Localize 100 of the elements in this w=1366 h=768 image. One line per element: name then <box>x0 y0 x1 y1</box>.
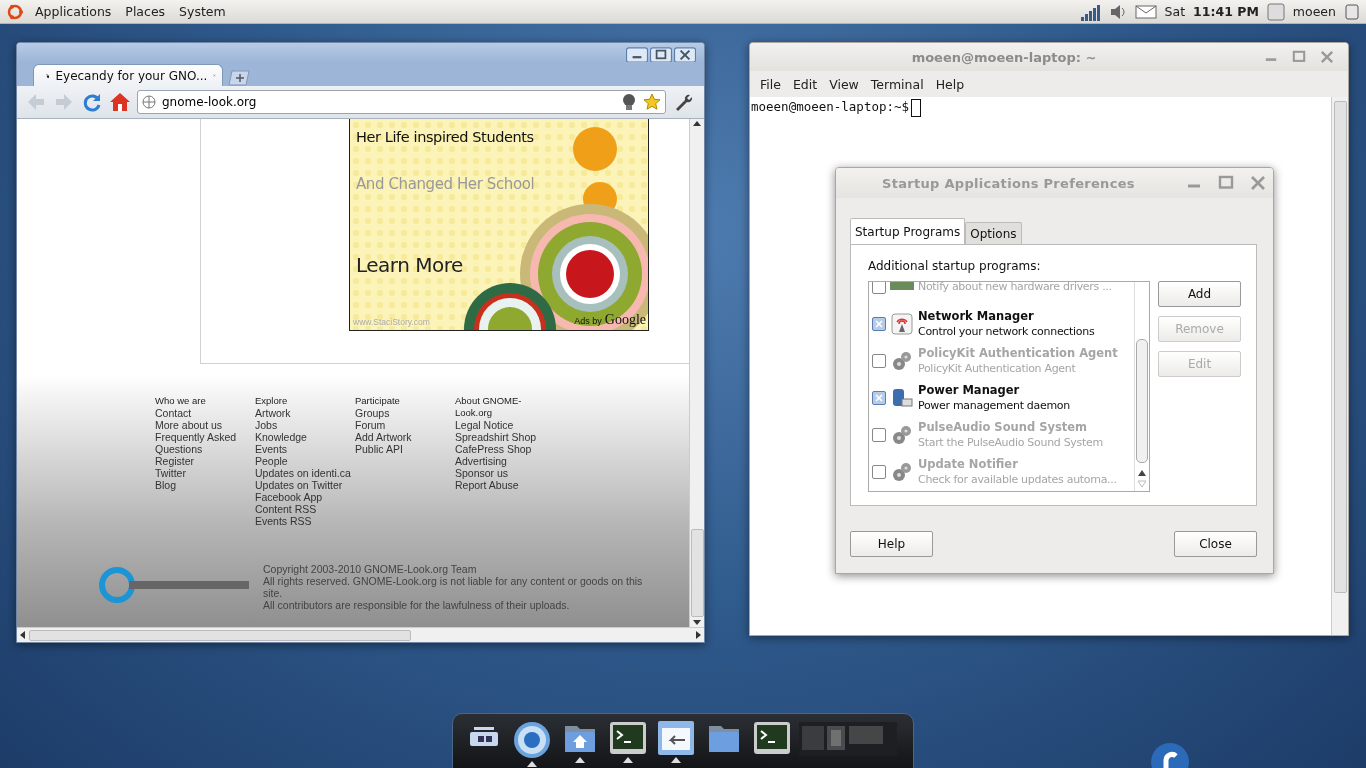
footer-link[interactable]: Blog <box>155 479 255 491</box>
footer-link[interactable]: Forum <box>355 419 455 431</box>
list-label: Additional startup programs: <box>868 259 1042 273</box>
program-name: Update Notifier <box>918 456 1019 472</box>
globe-icon <box>142 95 156 109</box>
checkbox[interactable] <box>872 390 886 405</box>
close-button[interactable]: Close <box>1174 531 1257 557</box>
footer-link[interactable]: Updates on Twitter <box>255 479 355 491</box>
footer-link[interactable]: Public API <box>355 443 455 455</box>
scrollbar-thumb[interactable] <box>1333 101 1347 593</box>
scrollbar-thumb[interactable] <box>690 529 704 617</box>
footer-link[interactable]: Advertising <box>455 455 555 467</box>
checkbox[interactable] <box>872 427 886 442</box>
scrollbar-thumb[interactable] <box>1136 339 1148 463</box>
footer-link[interactable]: Legal Notice <box>455 419 555 431</box>
footer-link[interactable]: CafePress Shop <box>455 443 555 455</box>
checkbox[interactable] <box>872 282 886 294</box>
terminal-icon[interactable] <box>753 720 791 756</box>
close-icon[interactable] <box>674 46 696 64</box>
window-title: Startup Applications Preferences <box>882 175 1136 191</box>
checkbox[interactable] <box>872 353 886 368</box>
panel-menu[interactable]: Places <box>122 4 169 19</box>
tab[interactable]: Options <box>965 222 1022 245</box>
footer-link[interactable]: Groups <box>355 407 455 419</box>
footer-link[interactable]: Facebook App <box>255 491 355 503</box>
horizontal-scrollbar[interactable] <box>17 627 704 642</box>
footer-link[interactable]: Twitter <box>155 467 255 479</box>
footer-link[interactable]: Knowledge <box>255 431 355 443</box>
browser-icon[interactable] <box>512 720 552 760</box>
footer-link[interactable]: People <box>255 455 355 467</box>
window-switcher-icon[interactable] <box>657 720 695 756</box>
address-field[interactable]: gnome-look.org <box>137 90 666 114</box>
text-cursor <box>911 99 922 117</box>
checkbox[interactable] <box>872 464 886 479</box>
program-description: Power management daemon <box>918 397 1070 413</box>
footer-heading: Explore <box>255 395 289 407</box>
running-indicator-icon <box>671 757 681 763</box>
star-icon[interactable] <box>643 93 661 111</box>
footer-link[interactable]: Events RSS <box>255 515 355 527</box>
ad-banner[interactable]: Her Life inspired Students And Changed Her School Learn More www.StaciStory.com Ads by Google <box>349 119 649 331</box>
menu-item[interactable]: Edit <box>792 76 818 92</box>
mail-icon[interactable] <box>1134 3 1157 20</box>
home-icon[interactable] <box>109 91 131 113</box>
footer-link[interactable]: Add Artwork <box>355 431 455 443</box>
ad-headline: Her Life inspired Students <box>356 129 535 145</box>
copyright-text: All rights reserved. GNOME-Look.org is not liable for any content or goods on this site. <box>263 575 644 599</box>
new-tab-icon[interactable] <box>227 70 251 86</box>
footer-link[interactable]: More about us <box>155 419 255 431</box>
ubuntu-logo-icon[interactable] <box>6 2 24 21</box>
clock-time[interactable]: 11:41 PM <box>1193 4 1259 19</box>
menu-item[interactable]: Help <box>935 76 965 92</box>
lightbulb-icon[interactable] <box>621 93 637 111</box>
menu-item[interactable]: View <box>829 76 859 92</box>
terminal-icon[interactable] <box>609 720 647 756</box>
running-indicator-icon <box>527 761 537 767</box>
footer-link[interactable]: Artwork <box>255 407 355 419</box>
footer-link[interactable]: Events <box>255 443 355 455</box>
menu-item[interactable]: File <box>760 76 781 92</box>
program-name: Network Manager <box>918 308 1035 324</box>
footer-link[interactable]: Register <box>155 455 255 467</box>
browser-tab[interactable]: Eyecandy for your GNO... <box>33 64 223 86</box>
ad-site-url: www.StaciStory.com <box>353 317 430 327</box>
footer-link[interactable]: Sponsor us <box>455 467 555 479</box>
scroll-arrows-icon[interactable] <box>1137 469 1147 489</box>
clock-day: Sat <box>1164 4 1186 19</box>
footer-heading: Participate <box>355 395 401 407</box>
footer-link[interactable]: Content RSS <box>255 503 355 515</box>
vertical-scrollbar[interactable] <box>1331 97 1348 635</box>
ad-subline: And Changed Her School <box>356 175 536 193</box>
speaker-icon[interactable] <box>1108 2 1127 21</box>
panel-menu[interactable]: System <box>176 4 229 19</box>
footer-link[interactable]: Contact <box>155 407 255 419</box>
copyright-text: All contributors are responsible for the lawfulness of their uploads. <box>263 599 571 611</box>
vertical-scrollbar[interactable] <box>689 119 704 627</box>
footer-link[interactable]: Spreadshirt Shop <box>455 431 555 443</box>
minimize-icon[interactable] <box>626 46 648 64</box>
menu-item[interactable]: Terminal <box>870 76 924 92</box>
ad-call-to-action[interactable]: Learn More <box>356 253 648 277</box>
maximize-icon[interactable] <box>650 46 672 64</box>
footer-link[interactable]: Frequently Asked Questions <box>155 431 255 455</box>
antenna-icon <box>890 311 914 336</box>
tab[interactable]: Startup Programs <box>850 218 966 245</box>
program-name: PolicyKit Authentication Agent <box>918 345 1118 361</box>
program-description: PolicyKit Authentication Agent <box>918 360 1077 376</box>
user-name[interactable]: moeen <box>1292 4 1336 19</box>
footer-heading: Who we are <box>155 395 207 407</box>
footer-link[interactable]: Report Abuse <box>455 479 555 491</box>
program-row[interactable]: Power Manager Power management daemon <box>869 379 1134 416</box>
list-scrollbar[interactable] <box>1134 282 1149 491</box>
help-button[interactable]: Help <box>850 531 933 557</box>
footer-link[interactable]: Jobs <box>255 419 355 431</box>
checkbox[interactable] <box>872 316 886 331</box>
running-indicator-icon <box>623 757 633 763</box>
program-row[interactable]: Network Manager Control your network connections <box>869 305 1134 342</box>
shell-prompt: moeen@moeen-laptop:~$ <box>751 99 910 114</box>
side-button[interactable]: Add <box>1158 281 1241 307</box>
footer-link[interactable]: Updates on identi.ca <box>255 467 355 479</box>
panel-menu[interactable]: Applications <box>32 4 115 19</box>
signal-bars-icon[interactable] <box>1080 2 1101 21</box>
scrollbar-thumb[interactable] <box>29 629 411 641</box>
